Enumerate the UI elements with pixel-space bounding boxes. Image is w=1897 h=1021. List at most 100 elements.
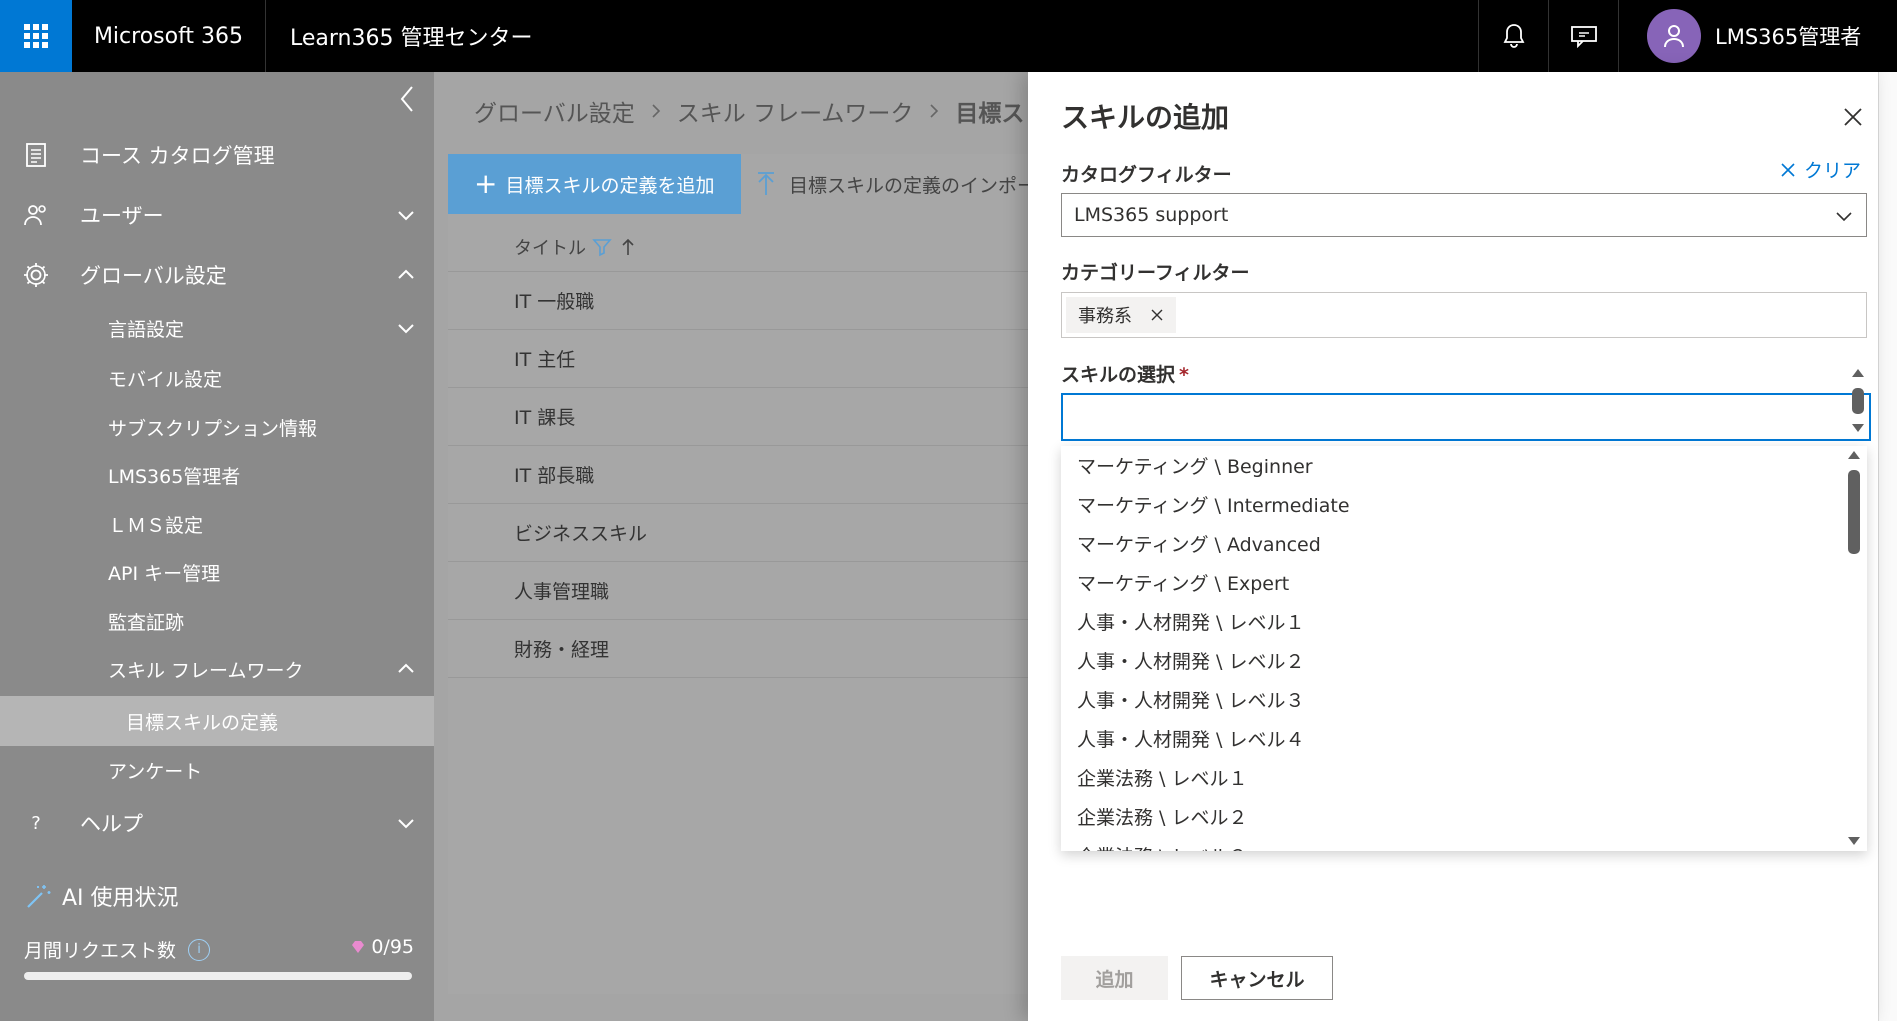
suite-name[interactable]: Microsoft 365 xyxy=(72,0,266,72)
sidebar-item-api-keys[interactable]: API キー管理 xyxy=(0,547,434,597)
feedback-button[interactable] xyxy=(1548,0,1618,72)
sidebar-item-users[interactable]: ユーザー xyxy=(0,190,434,240)
scroll-up-icon[interactable] xyxy=(1851,368,1865,378)
scroll-down-icon[interactable] xyxy=(1847,836,1861,846)
sidebar: コース カタログ管理 ユーザー グローバル設定 言語設定 モバイル設定 サブスク… xyxy=(0,72,434,1021)
chevron-right-icon xyxy=(652,104,660,118)
table-row[interactable]: ビジネススキル xyxy=(448,504,1028,562)
table-row[interactable]: IT 課長 xyxy=(448,388,1028,446)
required-marker: * xyxy=(1179,364,1189,386)
catalog-filter-label: カタログフィルター xyxy=(1061,164,1232,186)
catalog-filter-dropdown[interactable]: LMS365 support xyxy=(1061,193,1867,237)
table-row[interactable]: IT 部長職 xyxy=(448,446,1028,504)
sidebar-item-label: LMS365管理者 xyxy=(108,465,241,488)
skill-options-list: マーケティング \ Beginner マーケティング \ Intermediat… xyxy=(1061,446,1867,851)
table-row[interactable]: IT 一般職 xyxy=(448,272,1028,330)
skill-select-label: スキルの選択 * xyxy=(1061,364,1189,386)
sidebar-item-subscription[interactable]: サブスクリプション情報 xyxy=(0,402,434,452)
list-item[interactable]: マーケティング \ Advanced xyxy=(1077,530,1321,557)
upload-icon xyxy=(758,172,774,195)
target-skills-list: + 目標スキルの定義を追加 目標スキルの定義のインポー タイトル IT 一般職 … xyxy=(448,154,1036,994)
filter-icon[interactable] xyxy=(592,237,612,257)
app-title: Learn365 管理センター xyxy=(290,26,533,51)
sidebar-item-course-catalog[interactable]: コース カタログ管理 xyxy=(0,130,434,180)
user-name: LMS365管理者 xyxy=(1715,25,1862,49)
sidebar-item-language[interactable]: 言語設定 xyxy=(0,303,434,353)
row-title: IT 一般職 xyxy=(514,291,595,313)
sidebar-item-survey[interactable]: アンケート xyxy=(0,745,434,795)
chevron-down-icon xyxy=(1836,212,1852,222)
add-skill-panel: スキルの追加 カタログフィルター クリア LMS365 support カテゴリ… xyxy=(1028,72,1878,1021)
avatar xyxy=(1647,9,1701,63)
category-filter-picker[interactable]: 事務系 xyxy=(1061,292,1867,338)
sidebar-item-admins[interactable]: LMS365管理者 xyxy=(0,450,434,500)
list-item[interactable]: 人事・人材開発 \ レベル１ xyxy=(1077,608,1304,635)
list-item[interactable]: 人事・人材開発 \ レベル２ xyxy=(1077,647,1304,674)
import-target-skill-button[interactable]: 目標スキルの定義のインポー xyxy=(755,154,1036,214)
app-launcher-button[interactable] xyxy=(0,0,72,72)
main-content: グローバル設定 スキル フレームワーク 目標ス + 目標スキルの定義を追加 目標… xyxy=(434,72,1036,1021)
clear-filter-link[interactable]: クリア xyxy=(1780,156,1861,183)
chevron-down-icon xyxy=(398,324,414,334)
list-item[interactable]: 人事・人材開発 \ レベル３ xyxy=(1077,686,1304,713)
list-item[interactable]: マーケティング \ Beginner xyxy=(1077,452,1313,479)
notifications-button[interactable] xyxy=(1478,0,1548,72)
add-target-skill-button[interactable]: + 目標スキルの定義を追加 xyxy=(448,154,741,214)
account-menu[interactable]: LMS365管理者 xyxy=(1618,0,1878,72)
close-icon[interactable] xyxy=(1842,106,1864,128)
sidebar-item-target-skills[interactable]: 目標スキルの定義 xyxy=(0,696,434,746)
sort-ascending-icon[interactable] xyxy=(618,237,638,257)
chevron-right-icon xyxy=(930,104,939,118)
question-icon: ? xyxy=(31,812,41,834)
table-row[interactable]: 財務・経理 xyxy=(448,620,1028,678)
table-row[interactable]: IT 主任 xyxy=(448,330,1028,388)
sidebar-item-label: 目標スキルの定義 xyxy=(126,711,279,734)
row-title: ビジネススキル xyxy=(514,523,648,545)
sidebar-item-label: サブスクリプション情報 xyxy=(108,417,318,440)
breadcrumb-item-current: 目標ス xyxy=(955,101,1025,127)
collapse-nav-icon[interactable] xyxy=(396,84,420,114)
breadcrumb-item[interactable]: グローバル設定 xyxy=(474,94,635,128)
list-item[interactable]: 企業法務 \ レベル１ xyxy=(1077,764,1247,791)
sidebar-item-help[interactable]: ? ヘルプ xyxy=(0,798,434,848)
sidebar-item-label: ヘルプ xyxy=(80,812,143,836)
list-item[interactable]: 企業法務 \ レベル２ xyxy=(1077,803,1247,830)
scrollbar-thumb[interactable] xyxy=(1852,388,1864,414)
chevron-up-icon xyxy=(398,663,414,673)
column-header-title[interactable]: タイトル xyxy=(448,222,1028,272)
bell-icon xyxy=(1503,24,1524,48)
gem-icon xyxy=(352,941,365,953)
sidebar-item-global-settings[interactable]: グローバル設定 xyxy=(0,250,434,300)
list-item[interactable]: 企業法務 \ レベル３ xyxy=(1077,842,1247,851)
command-bar: + 目標スキルの定義を追加 目標スキルの定義のインポー xyxy=(448,154,1036,214)
feedback-icon xyxy=(1570,26,1597,48)
row-title: IT 課長 xyxy=(514,407,576,429)
sidebar-item-lms-settings[interactable]: ＬＭＳ設定 xyxy=(0,499,434,549)
row-title: IT 部長職 xyxy=(514,465,595,487)
scrollbar-thumb[interactable] xyxy=(1848,470,1860,554)
chevron-down-icon xyxy=(398,211,414,221)
scroll-up-icon[interactable] xyxy=(1847,450,1861,460)
add-button[interactable]: 追加 xyxy=(1061,956,1168,1000)
info-icon[interactable]: i xyxy=(188,938,211,961)
remove-tag-icon[interactable] xyxy=(1150,308,1164,322)
sidebar-item-skill-framework[interactable]: スキル フレームワーク xyxy=(0,644,434,694)
list-item[interactable]: マーケティング \ Expert xyxy=(1077,569,1289,596)
table-row[interactable]: 人事管理職 xyxy=(448,562,1028,620)
list-item[interactable]: マーケティング \ Intermediate xyxy=(1077,491,1350,518)
breadcrumb-item[interactable]: スキル フレームワーク xyxy=(677,94,914,128)
sidebar-item-audit-trail[interactable]: 監査証跡 xyxy=(0,596,434,646)
sidebar-item-mobile[interactable]: モバイル設定 xyxy=(0,353,434,403)
category-tag: 事務系 xyxy=(1066,297,1176,333)
catalog-filter-value: LMS365 support xyxy=(1074,204,1229,226)
ai-usage-title: AI 使用状況 xyxy=(24,880,179,912)
scroll-down-icon[interactable] xyxy=(1851,423,1865,433)
sidebar-item-label: ＬＭＳ設定 xyxy=(108,514,204,537)
page-scrollbar[interactable] xyxy=(1878,72,1897,1021)
list-item[interactable]: 人事・人材開発 \ レベル４ xyxy=(1077,725,1304,752)
gear-icon xyxy=(22,261,50,289)
row-title: IT 主任 xyxy=(514,349,576,371)
cancel-button[interactable]: キャンセル xyxy=(1181,956,1333,1000)
sidebar-item-label: アンケート xyxy=(108,760,203,783)
skill-search-input[interactable] xyxy=(1061,393,1871,441)
